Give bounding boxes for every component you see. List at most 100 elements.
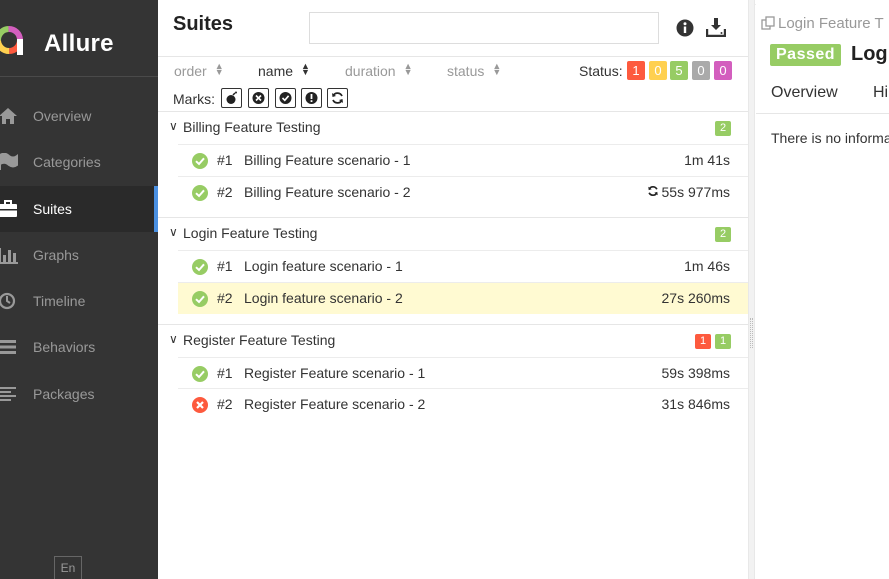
sidebar-item-label: Graphs <box>33 246 79 263</box>
toolbar-divider <box>158 56 748 57</box>
suite-group-register[interactable]: ∨ Register Feature Testing 1 1 <box>158 325 748 357</box>
test-number: #2 <box>217 290 233 306</box>
sidebar-item-categories[interactable]: Categories <box>0 139 158 185</box>
search-input[interactable] <box>309 12 659 44</box>
sort-order-label: order <box>174 63 207 79</box>
suites-pane: Suites order ▲ ▼ name ▲ ▼ duration ▲ ▼ status ▲… <box>158 0 748 579</box>
grip-icon <box>750 318 753 348</box>
passed-count-badge: 2 <box>715 227 731 242</box>
sort-arrows-icon: ▲ ▼ <box>403 61 413 77</box>
page-title: Suites <box>173 13 234 35</box>
sidebar-item-label: Packages <box>33 385 95 402</box>
sidebar-item-label: Behaviors <box>33 339 96 356</box>
test-detail-pane: Login Feature T Passed Logi Overview Hi … <box>756 0 889 579</box>
test-row-selected[interactable]: #2 Login feature scenario - 2 27s 260ms <box>178 283 748 314</box>
sidebar-item-timeline[interactable]: Timeline <box>0 278 158 324</box>
suite-group-billing[interactable]: ∨ Billing Feature Testing 2 <box>158 112 748 144</box>
test-row[interactable]: #1 Billing Feature scenario - 1 1m 41s <box>178 145 748 176</box>
test-duration: 27s 260ms <box>661 290 730 306</box>
brand[interactable]: Allure <box>0 5 158 77</box>
suite-group-login[interactable]: ∨ Login Feature Testing 2 <box>158 218 748 250</box>
sort-name-label: name <box>258 63 294 79</box>
status-filter-broken[interactable]: 0 <box>649 61 667 80</box>
times-circle-icon <box>252 92 265 104</box>
sidebar-item-behaviors[interactable]: Behaviors <box>0 324 158 370</box>
sort-duration-label: duration <box>345 63 396 79</box>
status-filter-unknown[interactable]: 0 <box>714 61 732 80</box>
sort-status-label: status <box>447 63 485 79</box>
status-filter-passed[interactable]: 5 <box>670 61 688 80</box>
tab-history[interactable]: Hi <box>873 84 888 102</box>
mark-new-passed-toggle[interactable] <box>275 88 296 108</box>
align-left-icon <box>0 386 16 401</box>
sort-by-duration[interactable]: duration ▲ ▼ <box>345 61 413 80</box>
sidebar-item-graphs[interactable]: Graphs <box>0 232 158 278</box>
chevron-down-icon: ∨ <box>169 119 178 133</box>
suite-group-name: Billing Feature Testing <box>183 119 321 135</box>
passed-count-badge: 1 <box>715 334 731 349</box>
test-duration: 55s 977ms <box>661 184 730 200</box>
status-filter-failed[interactable]: 1 <box>627 61 645 80</box>
test-duration: 1m 46s <box>684 258 730 274</box>
sidebar-item-overview[interactable]: Overview <box>0 93 158 139</box>
sidebar-item-packages[interactable]: Packages <box>0 371 158 417</box>
passed-status-icon <box>192 185 208 201</box>
sidebar-item-label: Suites <box>33 200 72 217</box>
suite-group-name: Register Feature Testing <box>183 332 336 348</box>
test-name: Billing Feature scenario - 2 <box>244 184 411 200</box>
copy-icon <box>761 16 775 30</box>
failed-count-badge: 1 <box>695 334 711 349</box>
passed-status-icon <box>192 153 208 169</box>
sort-by-status[interactable]: status ▲ ▼ <box>447 62 501 80</box>
test-title: Logi <box>851 43 889 65</box>
suite-group-name: Login Feature Testing <box>183 225 318 241</box>
marks-label: Marks: <box>173 91 215 107</box>
status-filter-skipped[interactable]: 0 <box>692 61 710 80</box>
briefcase-icon <box>0 199 17 217</box>
no-information-message: There is no informa <box>771 130 889 146</box>
test-name: Login feature scenario - 1 <box>244 258 403 274</box>
test-number: #1 <box>217 152 233 168</box>
flag-icon <box>0 153 18 171</box>
retry-icon <box>647 185 658 197</box>
bar-chart-icon <box>0 247 18 264</box>
test-row[interactable]: #2 Register Feature scenario - 2 31s 846… <box>178 389 748 420</box>
exclamation-circle-icon <box>305 92 318 104</box>
passed-status-icon <box>192 259 208 275</box>
list-icon <box>0 340 16 355</box>
failed-status-icon <box>192 397 208 413</box>
sort-by-order[interactable]: order ▲ ▼ <box>174 62 224 80</box>
mark-new-broken-toggle[interactable] <box>301 88 322 108</box>
test-duration: 59s 398ms <box>661 365 730 381</box>
status-badge: Passed <box>770 44 842 66</box>
test-duration: 31s 846ms <box>661 396 730 412</box>
brand-name: Allure <box>44 30 114 57</box>
info-icon[interactable] <box>676 19 694 37</box>
test-number: #2 <box>217 184 233 200</box>
download-icon[interactable] <box>706 17 726 37</box>
sidebar-nav: Overview Categories Suites Graphs Timeli… <box>0 93 158 417</box>
sort-by-name[interactable]: name ▲ ▼ <box>258 61 310 80</box>
sidebar-item-label: Overview <box>33 108 92 124</box>
test-duration: 1m 41s <box>684 152 730 168</box>
passed-status-icon <box>192 366 208 382</box>
tab-overview[interactable]: Overview <box>771 84 838 102</box>
mark-new-failed-toggle[interactable] <box>248 88 269 108</box>
allure-logo-icon <box>0 26 23 55</box>
pane-resize-handle[interactable] <box>748 0 755 579</box>
test-row[interactable]: #2 Billing Feature scenario - 2 55s 977m… <box>178 177 748 208</box>
sidebar-item-label: Categories <box>33 154 101 171</box>
test-row[interactable]: #1 Register Feature scenario - 1 59s 398… <box>178 358 748 389</box>
sidebar-item-suites[interactable]: Suites <box>0 185 158 233</box>
test-name: Register Feature scenario - 2 <box>244 396 426 412</box>
mark-retries-toggle[interactable] <box>327 88 348 108</box>
breadcrumb[interactable]: Login Feature T <box>761 15 884 32</box>
mark-flaky-toggle[interactable] <box>221 88 242 108</box>
sort-arrows-icon: ▲ ▼ <box>301 61 310 77</box>
bomb-icon <box>226 91 237 104</box>
language-button[interactable]: En <box>54 556 82 579</box>
test-number: #2 <box>217 396 233 412</box>
home-icon <box>0 108 17 124</box>
test-row[interactable]: #1 Login feature scenario - 1 1m 46s <box>178 251 748 282</box>
chevron-down-icon: ∨ <box>169 225 178 239</box>
